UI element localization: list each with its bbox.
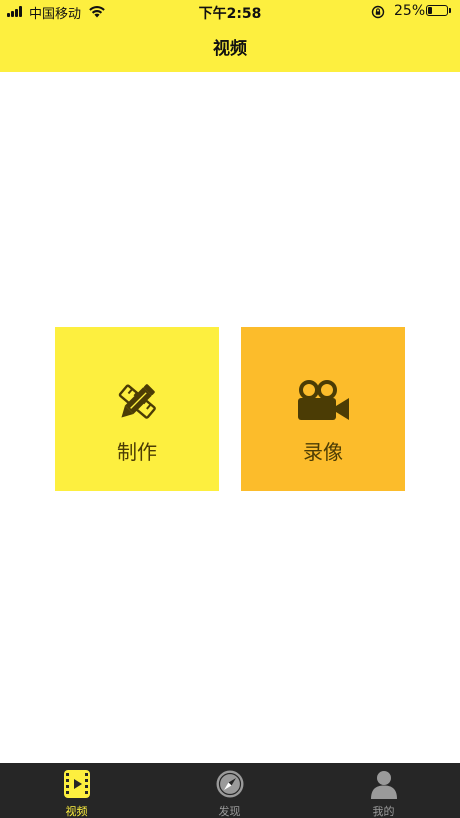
- pencil-ruler-icon: [118, 384, 156, 419]
- tab-mine[interactable]: 我的: [307, 763, 460, 818]
- make-label: 制作: [117, 440, 157, 464]
- screen: 中国移动 下午2:58 25% 视频 制作 录像 视频 发现 我的: [0, 0, 460, 818]
- orientation-lock-icon: [371, 5, 385, 19]
- tab-video-label: 视频: [65, 805, 88, 818]
- user-icon: [371, 771, 397, 799]
- battery-level-fill: [428, 7, 432, 14]
- status-bar: 中国移动 下午2:58 25%: [0, 0, 460, 24]
- movie-camera-icon: [298, 380, 349, 420]
- battery-percent: 25%: [394, 3, 426, 19]
- record-button[interactable]: 录像: [241, 327, 405, 491]
- compass-icon: [216, 770, 244, 798]
- status-time: 下午2:58: [198, 6, 262, 22]
- video-film-icon: [64, 770, 90, 798]
- battery-icon: [426, 5, 448, 16]
- header: 中国移动 下午2:58 25% 视频: [0, 0, 460, 72]
- make-button[interactable]: 制作: [55, 327, 219, 491]
- tab-discover[interactable]: 发现: [153, 763, 306, 818]
- tab-video[interactable]: 视频: [0, 763, 153, 818]
- record-label: 录像: [303, 440, 343, 464]
- battery-cap: [449, 8, 451, 13]
- tab-bar: 视频 发现 我的: [0, 763, 460, 818]
- tab-discover-label: 发现: [218, 805, 241, 818]
- tab-mine-label: 我的: [372, 805, 395, 818]
- page-title: 视频: [213, 39, 247, 59]
